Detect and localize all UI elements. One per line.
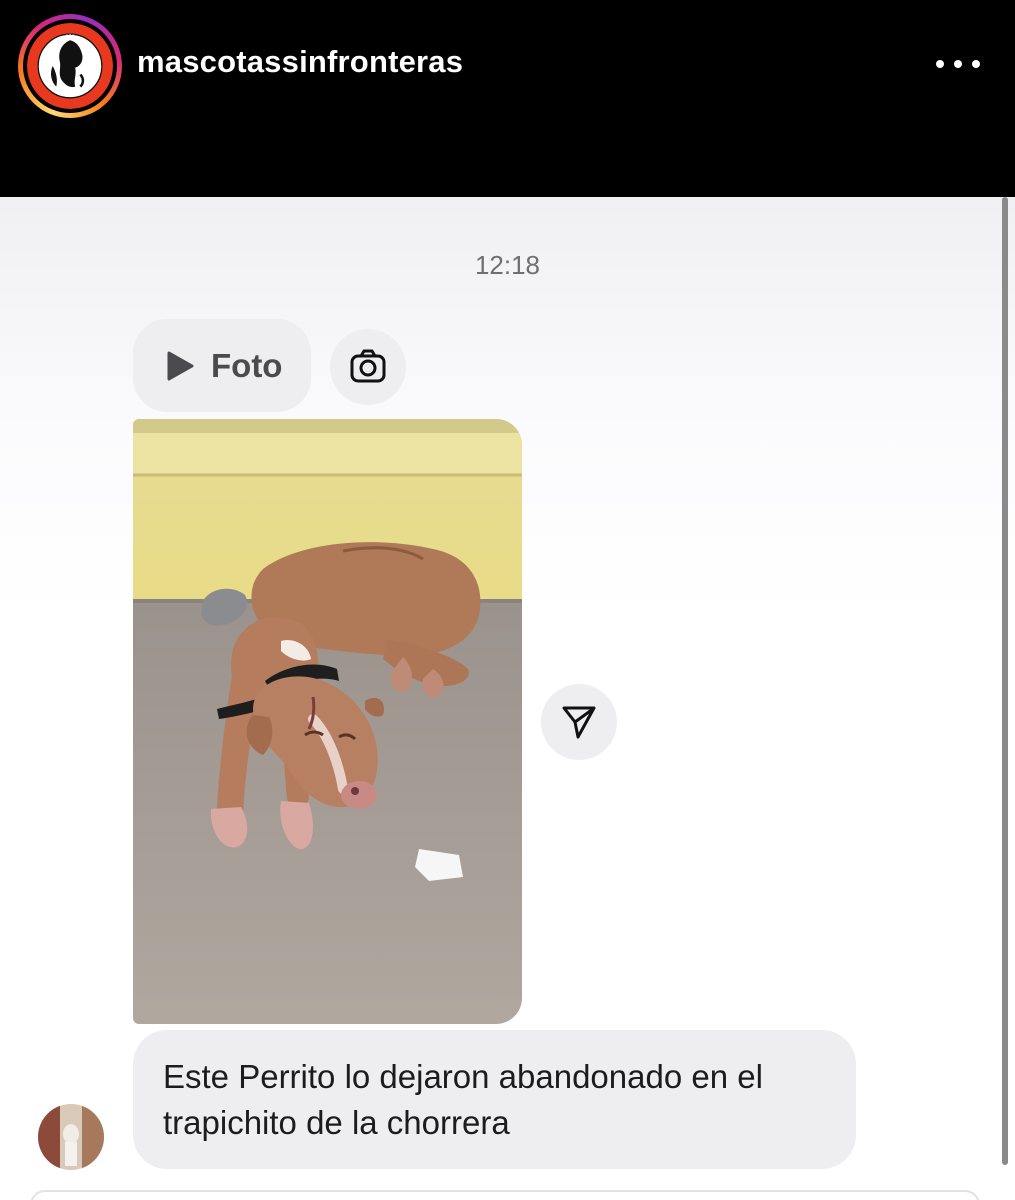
more-horizontal-icon-dot bbox=[972, 60, 980, 68]
message-text: Este Perrito lo dejaron abandonado en el… bbox=[163, 1058, 763, 1141]
message-composer[interactable] bbox=[30, 1190, 980, 1200]
message-timestamp: 12:18 bbox=[474, 250, 541, 280]
play-icon bbox=[167, 351, 194, 380]
send-icon bbox=[562, 706, 596, 739]
more-horizontal-icon-dot bbox=[954, 60, 962, 68]
scrollbar[interactable] bbox=[1002, 197, 1008, 1165]
more-horizontal-icon bbox=[936, 60, 944, 68]
mascotas-logo bbox=[27, 23, 113, 109]
profile-avatar[interactable] bbox=[18, 14, 122, 118]
username[interactable]: mascotassinfronteras bbox=[137, 44, 463, 80]
photo-media-chip[interactable]: Foto bbox=[133, 319, 311, 412]
photo-chip-label: Foto bbox=[211, 346, 283, 384]
more-options-button[interactable] bbox=[932, 48, 984, 80]
sender-avatar[interactable] bbox=[38, 1104, 104, 1170]
camera-icon bbox=[350, 349, 386, 383]
camera-button[interactable] bbox=[330, 329, 406, 405]
chat-header: mascotassinfronteras bbox=[0, 0, 1015, 197]
dog-photo[interactable] bbox=[133, 419, 522, 1024]
share-button[interactable] bbox=[541, 684, 617, 760]
message-bubble[interactable]: Este Perrito lo dejaron abandonado en el… bbox=[133, 1030, 856, 1169]
avatar-border bbox=[23, 19, 117, 113]
